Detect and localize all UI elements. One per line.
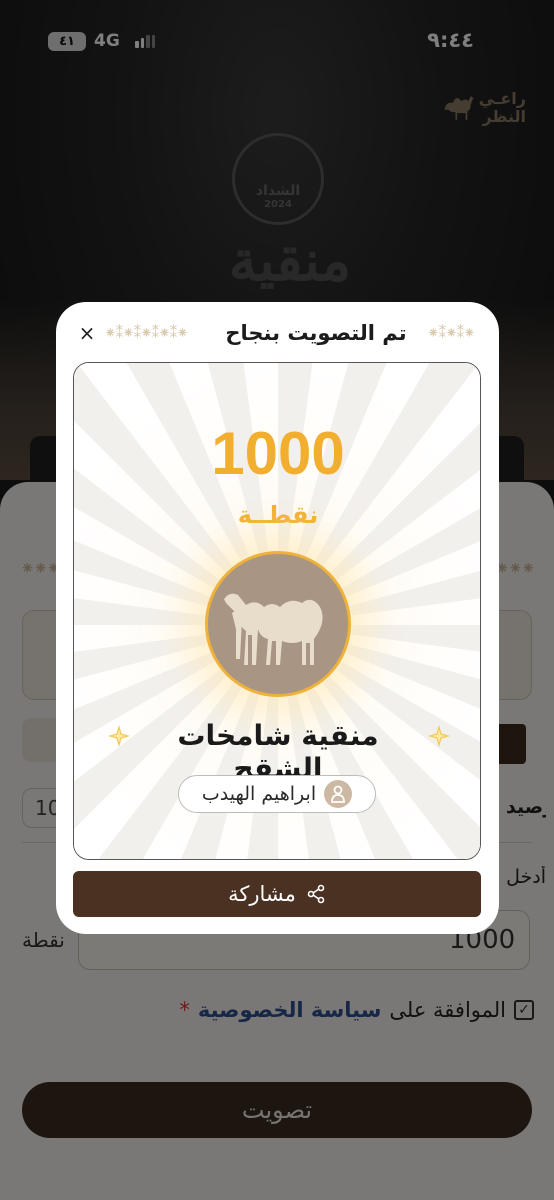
user-icon	[324, 780, 353, 808]
points-value: 1000	[211, 420, 345, 487]
share-icon	[307, 884, 325, 904]
vote-result-card: 1000 نقطــة منقية شامخات الشقح ابراهيم ا…	[73, 362, 481, 860]
vote-success-modal: × ⁕⁑⁕⁑⁕⁑⁕⁑⁕ تم التصويت بنجاح ⁕⁑⁕⁑⁕ 1000 …	[56, 302, 499, 934]
share-label: مشاركة	[228, 882, 296, 906]
modal-header: × ⁕⁑⁕⁑⁕⁑⁕⁑⁕ تم التصويت بنجاح ⁕⁑⁕⁑⁕	[56, 316, 499, 356]
entry-name-row: منقية شامخات الشقح	[74, 719, 480, 785]
modal-title: تم التصويت بنجاح	[225, 321, 407, 345]
header-ornament-left: ⁕⁑⁕⁑⁕⁑⁕⁑⁕	[104, 324, 189, 342]
owner-chip: ابراهيم الهيدب	[178, 775, 376, 813]
header-ornament-right: ⁕⁑⁕⁑⁕	[427, 324, 476, 342]
share-button[interactable]: مشاركة	[73, 871, 481, 917]
sparkle-icon	[108, 725, 130, 747]
owner-name: ابراهيم الهيدب	[201, 783, 317, 805]
camels-icon	[224, 593, 323, 665]
entry-image	[205, 551, 351, 697]
points-label: نقطــة	[237, 501, 319, 529]
close-icon[interactable]: ×	[74, 320, 100, 346]
sparkle-icon	[428, 725, 450, 747]
